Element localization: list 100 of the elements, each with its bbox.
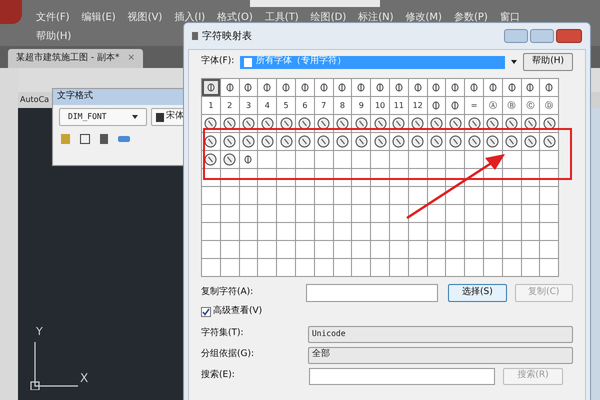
character-cell[interactable]: [334, 79, 352, 97]
character-cell[interactable]: [408, 151, 428, 169]
character-cell[interactable]: [428, 259, 446, 277]
character-cell[interactable]: [352, 79, 372, 97]
character-cell[interactable]: 10: [371, 97, 390, 115]
character-cell[interactable]: [428, 151, 446, 169]
character-cell[interactable]: [258, 187, 278, 205]
character-cell[interactable]: [296, 151, 315, 169]
character-cell[interactable]: 2: [220, 97, 240, 115]
character-cell[interactable]: [202, 259, 221, 277]
menu-item[interactable]: 插入(I): [174, 10, 206, 25]
character-cell[interactable]: [540, 187, 560, 205]
character-cell[interactable]: [446, 223, 466, 241]
character-set-dropdown[interactable]: Unicode: [308, 326, 573, 342]
character-cell[interactable]: [390, 133, 409, 151]
character-cell[interactable]: [277, 79, 296, 97]
character-cell[interactable]: [502, 241, 522, 259]
character-cell[interactable]: [314, 223, 334, 241]
character-cell[interactable]: [277, 133, 296, 151]
character-cell[interactable]: [408, 241, 428, 259]
character-cell[interactable]: [220, 151, 240, 169]
character-cell[interactable]: [220, 223, 240, 241]
document-tab[interactable]: 某超市建筑施工图 - 副本* ×: [8, 49, 144, 68]
character-cell[interactable]: [408, 223, 428, 241]
character-cell[interactable]: [202, 79, 221, 97]
character-cell[interactable]: [352, 223, 372, 241]
character-cell[interactable]: [314, 205, 334, 223]
character-cell[interactable]: [258, 133, 278, 151]
character-cell[interactable]: [428, 241, 446, 259]
character-cell[interactable]: [258, 241, 278, 259]
menu-item[interactable]: 编辑(E): [82, 10, 116, 25]
character-cell[interactable]: [296, 133, 315, 151]
character-cell[interactable]: [408, 79, 428, 97]
character-cell[interactable]: Ⓒ: [522, 97, 540, 115]
character-cell[interactable]: [258, 205, 278, 223]
character-cell[interactable]: [314, 259, 334, 277]
character-cell[interactable]: [484, 259, 503, 277]
character-cell[interactable]: [296, 187, 315, 205]
character-cell[interactable]: [371, 133, 390, 151]
character-cell[interactable]: [277, 241, 296, 259]
character-cell[interactable]: [296, 223, 315, 241]
menu-item[interactable]: 标注(N): [358, 10, 394, 25]
character-cell[interactable]: [390, 259, 409, 277]
character-cell[interactable]: [220, 241, 240, 259]
character-cell[interactable]: [465, 133, 484, 151]
character-cell[interactable]: 4: [258, 97, 278, 115]
character-cell[interactable]: [522, 187, 540, 205]
character-cell[interactable]: [334, 133, 352, 151]
character-cell[interactable]: [240, 79, 258, 97]
character-cell[interactable]: 9: [352, 97, 372, 115]
character-cell[interactable]: [484, 133, 503, 151]
character-cell[interactable]: Ⓓ: [540, 97, 560, 115]
character-cell[interactable]: [502, 187, 522, 205]
character-cell[interactable]: [502, 151, 522, 169]
menu-item[interactable]: 修改(M): [406, 10, 442, 25]
character-cell[interactable]: [446, 259, 466, 277]
character-cell[interactable]: [352, 133, 372, 151]
character-cell[interactable]: [540, 133, 560, 151]
character-cell[interactable]: [296, 241, 315, 259]
character-cell[interactable]: 1: [202, 97, 221, 115]
character-cell[interactable]: [314, 79, 334, 97]
character-cell[interactable]: 5: [277, 97, 296, 115]
character-cell[interactable]: Ⓑ: [502, 97, 522, 115]
character-cell[interactable]: [522, 259, 540, 277]
align-tool-icon[interactable]: [118, 136, 130, 142]
advanced-view-checkbox[interactable]: [201, 306, 211, 317]
minimize-button[interactable]: [504, 29, 528, 43]
character-cell[interactable]: [258, 79, 278, 97]
character-cell[interactable]: [446, 187, 466, 205]
character-cell[interactable]: [522, 223, 540, 241]
character-cell[interactable]: [240, 151, 258, 169]
character-cell[interactable]: [502, 223, 522, 241]
character-cell[interactable]: [465, 151, 484, 169]
character-cell[interactable]: [220, 187, 240, 205]
character-cell[interactable]: [465, 223, 484, 241]
character-cell[interactable]: [446, 79, 466, 97]
character-cell[interactable]: [371, 205, 390, 223]
character-cell[interactable]: 8: [334, 97, 352, 115]
character-cell[interactable]: [240, 133, 258, 151]
character-cell[interactable]: 6: [296, 97, 315, 115]
character-cell[interactable]: [277, 223, 296, 241]
character-cell[interactable]: [371, 79, 390, 97]
character-cell[interactable]: [540, 259, 560, 277]
character-cell[interactable]: [540, 205, 560, 223]
character-cell[interactable]: [484, 205, 503, 223]
style-dropdown[interactable]: DIM_FONT: [59, 108, 147, 126]
character-cell[interactable]: [371, 259, 390, 277]
character-cell[interactable]: [522, 241, 540, 259]
character-cell[interactable]: [390, 151, 409, 169]
character-cell[interactable]: [502, 205, 522, 223]
character-cell[interactable]: [428, 97, 446, 115]
character-cell[interactable]: [371, 187, 390, 205]
character-cell[interactable]: [540, 241, 560, 259]
character-cell[interactable]: [352, 151, 372, 169]
character-cell[interactable]: [352, 205, 372, 223]
character-cell[interactable]: [484, 223, 503, 241]
menu-item[interactable]: 窗口: [500, 10, 520, 25]
character-cell[interactable]: [352, 241, 372, 259]
character-cell[interactable]: [408, 133, 428, 151]
character-cell[interactable]: [314, 151, 334, 169]
